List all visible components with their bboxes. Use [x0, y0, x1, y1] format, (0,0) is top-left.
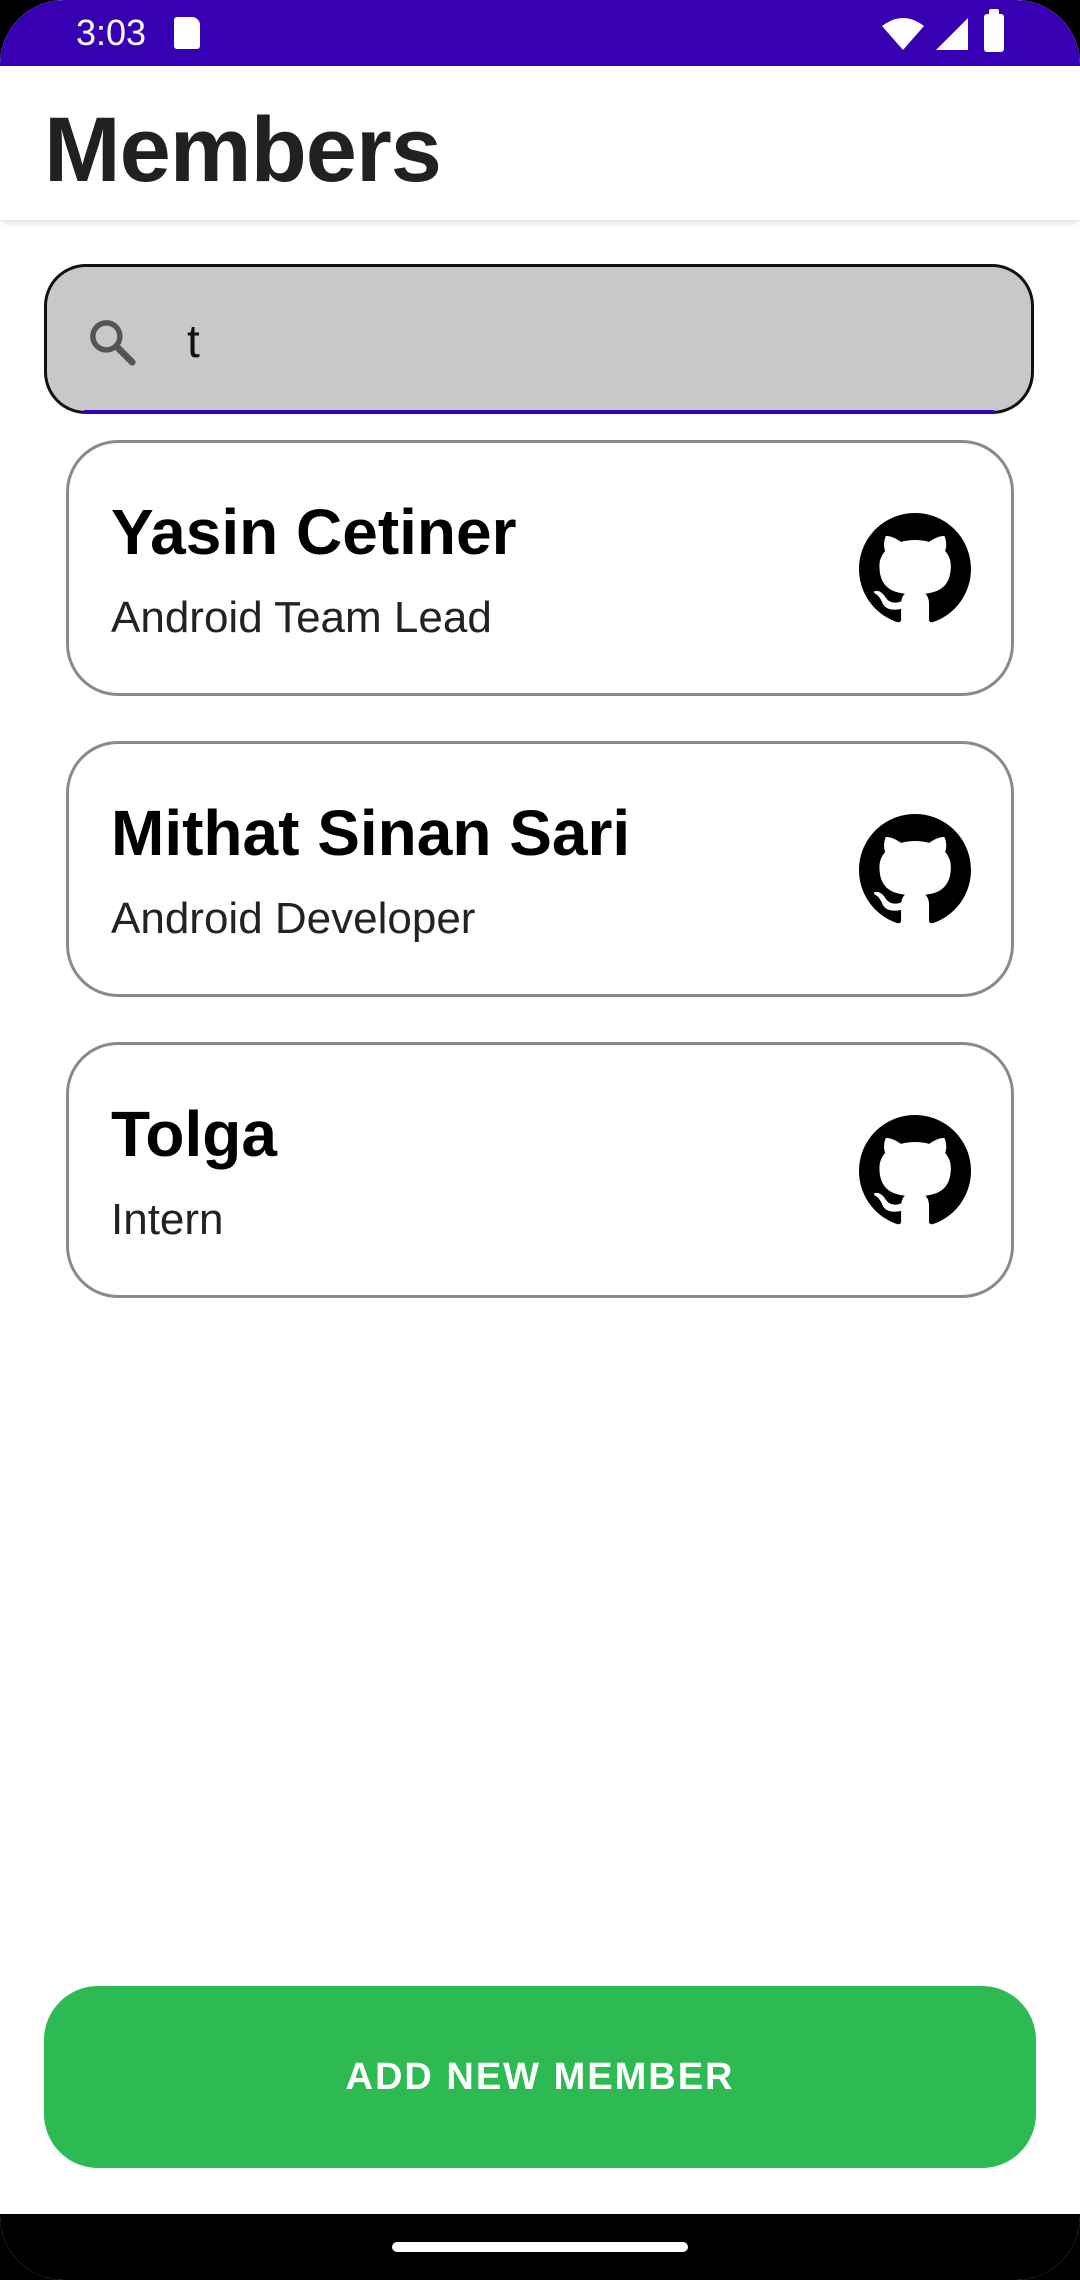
add-new-member-button[interactable]: ADD NEW MEMBER	[44, 1986, 1036, 2168]
member-name: Tolga	[111, 1098, 277, 1170]
page-title: Members	[44, 99, 442, 201]
search-field[interactable]	[44, 264, 1034, 414]
app-screen: 3:03 Members Yasin Cetiner Android Team …	[0, 0, 1080, 2280]
github-icon[interactable]	[859, 513, 971, 625]
github-icon[interactable]	[859, 1115, 971, 1227]
top-app-bar: Members	[0, 66, 1080, 220]
navigation-bar	[0, 2214, 1080, 2280]
member-card[interactable]: Mithat Sinan Sari Android Developer	[66, 741, 1014, 997]
github-icon[interactable]	[859, 814, 971, 926]
status-bar: 3:03	[0, 0, 1080, 66]
status-time: 3:03	[76, 12, 147, 53]
member-role: Android Team Lead	[111, 593, 492, 642]
wifi-icon	[882, 18, 924, 50]
member-card[interactable]: Yasin Cetiner Android Team Lead	[66, 440, 1014, 696]
member-card[interactable]: Tolga Intern	[66, 1042, 1014, 1298]
battery-icon	[984, 9, 1004, 52]
sd-card-icon	[174, 17, 200, 49]
search-icon	[90, 320, 136, 366]
member-role: Android Developer	[111, 894, 476, 943]
member-name: Yasin Cetiner	[111, 496, 517, 568]
search-input[interactable]	[187, 303, 987, 379]
signal-icon	[936, 18, 968, 50]
member-name: Mithat Sinan Sari	[111, 797, 631, 869]
home-indicator[interactable]	[392, 2242, 688, 2252]
member-role: Intern	[111, 1195, 224, 1244]
